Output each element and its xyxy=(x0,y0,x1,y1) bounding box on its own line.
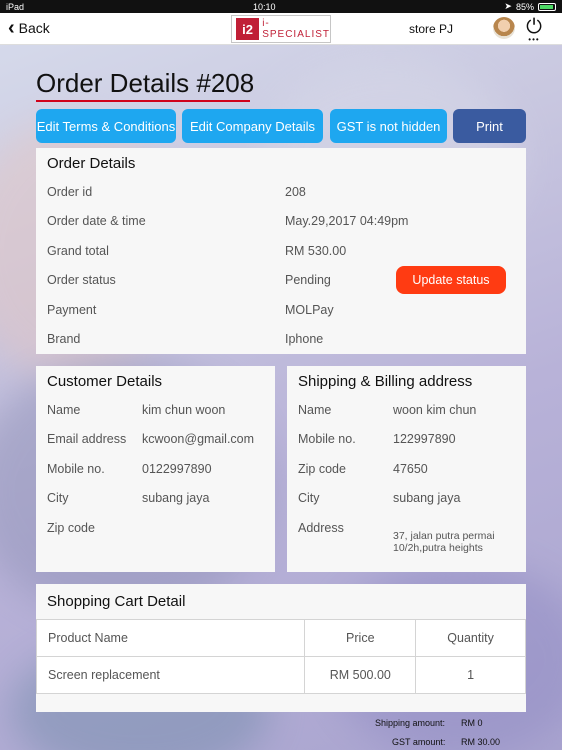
shipping-amount-value: RM 0 xyxy=(461,718,483,728)
shipping-billing-title: Shipping & Billing address xyxy=(298,373,473,390)
order-details-title: Order Details xyxy=(47,155,136,172)
top-navbar: ‹ Back i2 i-SPECIALIST store PJ ⏻ ••• xyxy=(0,13,562,45)
battery-icon xyxy=(537,2,556,11)
cart-price-cell: RM 500.00 xyxy=(304,656,417,694)
customer-email-label: Email address xyxy=(47,432,127,446)
store-name: store PJ xyxy=(409,22,454,36)
status-bar: iPad 10:10 ➤ 85% xyxy=(0,0,562,13)
customer-email-value: kcwoon@gmail.com xyxy=(142,432,255,446)
column-header-price: Price xyxy=(304,619,417,657)
customer-zip-label: Zip code xyxy=(47,521,95,535)
grand-total-label: Grand total xyxy=(47,244,109,258)
logo-mark: i2 xyxy=(236,18,260,40)
shopping-cart-title: Shopping Cart Detail xyxy=(47,593,186,610)
edit-terms-button[interactable]: Edit Terms & Conditions xyxy=(36,109,176,143)
order-id-label: Order id xyxy=(47,185,93,199)
cart-quantity-cell: 1 xyxy=(415,656,526,694)
customer-details-title: Customer Details xyxy=(47,373,163,390)
avatar[interactable] xyxy=(493,17,515,39)
edit-company-button[interactable]: Edit Company Details xyxy=(182,109,323,143)
page-title: Order Details #208 xyxy=(36,68,255,98)
shipping-city-value: subang jaya xyxy=(393,491,461,505)
shipping-address-label: Address xyxy=(298,521,344,535)
logo-text: i-SPECIALIST xyxy=(262,18,331,40)
customer-city-label: City xyxy=(47,491,69,505)
shipping-amount-label: Shipping amount: xyxy=(375,718,446,728)
cart-header-row: Product Name Price Quantity xyxy=(35,619,526,657)
grand-total-value: RM 530.00 xyxy=(285,244,347,258)
customer-details-panel: Customer Details Name kim chun woon Emai… xyxy=(36,366,275,572)
order-status-label: Order status xyxy=(47,273,116,287)
shipping-city-label: City xyxy=(298,491,320,505)
battery-percent: 85% xyxy=(515,1,534,12)
brand-label: Brand xyxy=(47,332,81,346)
brand-logo: i2 i-SPECIALIST xyxy=(231,15,331,43)
order-status-value: Pending xyxy=(285,273,331,287)
table-row: Screen replacement RM 500.00 1 xyxy=(35,656,526,694)
shipping-zip-value: 47650 xyxy=(393,462,428,476)
gst-amount-label: GST amount: xyxy=(392,737,446,747)
shipping-mobile-value: 122997890 xyxy=(393,432,456,446)
brand-value: Iphone xyxy=(285,332,324,346)
shipping-billing-panel: Shipping & Billing address Name woon kim… xyxy=(287,366,526,572)
customer-mobile-value: 0122997890 xyxy=(142,462,212,476)
print-button[interactable]: Print xyxy=(453,109,526,143)
gst-toggle-button[interactable]: GST is not hidden xyxy=(330,109,447,143)
customer-mobile-label: Mobile no. xyxy=(47,462,105,476)
back-label: Back xyxy=(18,20,50,36)
payment-label: Payment xyxy=(47,303,97,317)
order-id-value: 208 xyxy=(285,185,306,199)
cart-table: Product Name Price Quantity Screen repla… xyxy=(35,619,526,694)
customer-name-label: Name xyxy=(47,403,81,417)
clock: 10:10 xyxy=(252,1,276,12)
update-status-button[interactable]: Update status xyxy=(396,266,506,294)
shipping-name-value: woon kim chun xyxy=(393,403,477,417)
order-date-value: May.29,2017 04:49pm xyxy=(285,214,409,228)
location-icon: ➤ xyxy=(504,1,512,11)
customer-city-value: subang jaya xyxy=(142,491,210,505)
power-icon[interactable]: ⏻ ••• xyxy=(523,17,545,44)
chevron-left-icon: ‹ xyxy=(8,17,15,39)
battery-fill xyxy=(539,4,553,9)
shipping-mobile-label: Mobile no. xyxy=(298,432,356,446)
column-header-quantity: Quantity xyxy=(415,619,526,657)
shipping-zip-label: Zip code xyxy=(298,462,346,476)
gst-amount-value: RM 30.00 xyxy=(461,737,501,747)
status-right: ➤ 85% xyxy=(504,1,556,12)
payment-value: MOLPay xyxy=(285,303,334,317)
shipping-address-value: 37, jalan putra permai 10/2h,putra heigh… xyxy=(393,530,495,554)
title-underline xyxy=(36,100,250,102)
customer-name-value: kim chun woon xyxy=(142,403,226,417)
order-date-label: Order date & time xyxy=(47,214,146,228)
shipping-name-label: Name xyxy=(298,403,332,417)
dots-icon: ••• xyxy=(528,35,540,44)
back-button[interactable]: ‹ Back xyxy=(8,17,50,39)
cart-product-cell: Screen replacement xyxy=(35,656,306,694)
order-details-panel: Order Details Order id 208 Order date & … xyxy=(36,148,526,354)
device-label: iPad xyxy=(6,1,25,12)
column-header-product: Product Name xyxy=(35,619,306,657)
